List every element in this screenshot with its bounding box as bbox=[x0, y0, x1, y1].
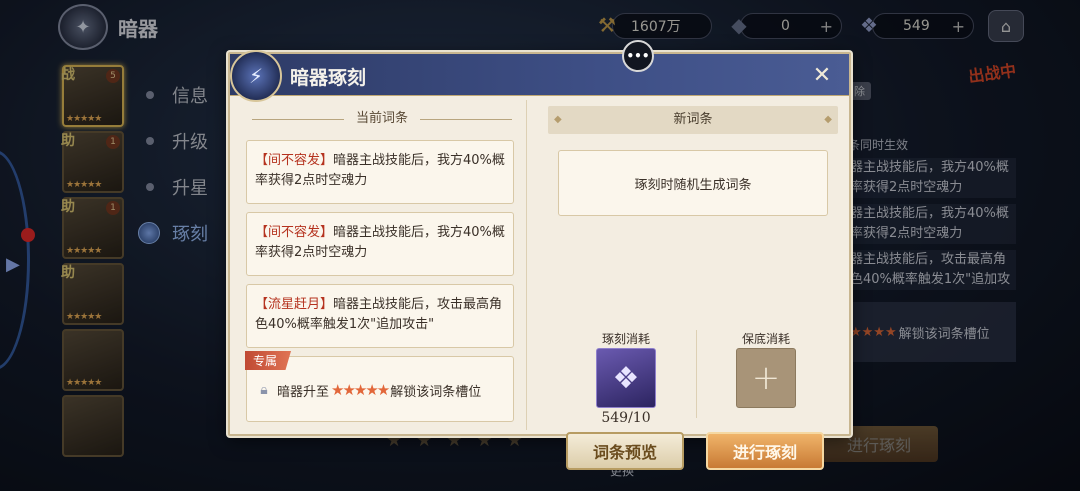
new-entry-title: 新词条 bbox=[548, 106, 838, 134]
plus-icon: + bbox=[751, 358, 781, 398]
dialog-title: 暗器琢刻 bbox=[290, 67, 367, 89]
carve-dialog: ⚡ 暗器琢刻 ✕ 当前词条 【间不容发】暗器主战技能后，我方40%概率获得2点时… bbox=[228, 50, 851, 470]
carve-cost-item[interactable]: ❖ bbox=[596, 348, 656, 408]
entry-tag: 【间不容发】 bbox=[255, 153, 334, 168]
unlock-prefix: 暗器升至 bbox=[277, 384, 330, 400]
carve-button[interactable]: 进行琢刻 bbox=[706, 432, 824, 470]
carve-emblem-icon: ⚡ bbox=[230, 50, 282, 102]
carve-cost-label: 琢刻消耗 bbox=[601, 332, 650, 346]
entry-card: 【流星赶月】暗器主战技能后，攻击最高角色40%概率触发1次"追加攻击" bbox=[246, 284, 514, 348]
unlock-stars: ★★★★★ bbox=[331, 381, 390, 399]
cost-divider bbox=[696, 330, 697, 418]
crystal-icon: ❖ bbox=[612, 360, 640, 396]
new-entry-panel: 新词条 琢刻时随机生成词条 琢刻消耗 ❖ 549/10 保底消耗 + 词条预览 … bbox=[548, 106, 838, 470]
close-icon: ✕ bbox=[812, 62, 832, 88]
lock-icon: 🔒︎ bbox=[260, 382, 268, 398]
exclusive-slot: 专属 🔒︎ 暗器升至 ★★★★★ 解锁该词条槽位 bbox=[245, 351, 514, 422]
entry-card: 【间不容发】暗器主战技能后，我方40%概率获得2点时空魂力 bbox=[246, 140, 514, 204]
exclusive-unlock-line: 🔒︎ 暗器升至 ★★★★★ 解锁该词条槽位 bbox=[255, 379, 481, 401]
chat-bubble-icon[interactable]: ••• bbox=[622, 40, 654, 72]
guarantee-cost-label: 保底消耗 bbox=[741, 332, 790, 346]
exclusive-badge: 专属 bbox=[245, 351, 292, 370]
entry-tag: 【间不容发】 bbox=[255, 225, 334, 240]
new-entry-box: 琢刻时随机生成词条 bbox=[558, 150, 828, 216]
entry-card: 【间不容发】暗器主战技能后，我方40%概率获得2点时空魂力 bbox=[246, 212, 514, 276]
carve-cost-count: 549/10 bbox=[601, 410, 651, 426]
entry-tag: 【流星赶月】 bbox=[255, 297, 334, 312]
guarantee-add-slot[interactable]: + bbox=[736, 348, 796, 408]
unlock-suffix: 解锁该词条槽位 bbox=[390, 384, 482, 400]
entry-preview-button[interactable]: 词条预览 bbox=[566, 432, 684, 470]
column-divider bbox=[526, 100, 527, 430]
close-button[interactable]: ✕ bbox=[809, 62, 835, 88]
current-entries-title: 当前词条 bbox=[246, 106, 518, 132]
dialog-header: ⚡ 暗器琢刻 ✕ bbox=[230, 50, 849, 102]
current-entries-panel: 当前词条 【间不容发】暗器主战技能后，我方40%概率获得2点时空魂力 【间不容发… bbox=[245, 106, 518, 422]
